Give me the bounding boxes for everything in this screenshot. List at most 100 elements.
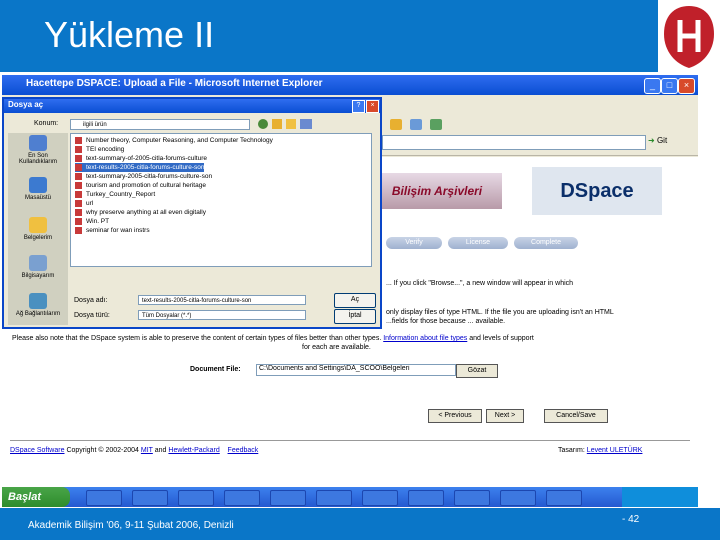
taskbar-item[interactable] <box>132 490 168 506</box>
taskbar-item[interactable] <box>178 490 214 506</box>
feedback-link[interactable]: Feedback <box>228 447 259 454</box>
previous-button[interactable]: < Previous <box>428 409 482 423</box>
place-network[interactable]: Ağ Bağlantılarım <box>10 293 66 327</box>
taskbar-item[interactable] <box>454 490 490 506</box>
file-item[interactable]: url <box>75 199 93 208</box>
address-bar[interactable] <box>382 135 646 150</box>
places-bar: En Son Kullandıklarım Masaüstü Belgeleri… <box>8 133 68 325</box>
screenshot: Hacettepe DSPACE: Upload a File - Micros… <box>2 75 698 507</box>
file-name-label: Dosya adı: <box>74 297 108 304</box>
my-documents-icon <box>29 217 47 233</box>
help-icon[interactable]: ? <box>352 100 365 113</box>
instructions-line3: ...fields for those because ... availabl… <box>386 318 506 325</box>
step-verify[interactable]: Verify <box>386 237 442 249</box>
file-types-note: Please also note that the DSpace system … <box>12 335 534 342</box>
dialog-title: Dosya aç <box>8 100 44 109</box>
dialog-cancel-button[interactable]: İptal <box>334 309 376 324</box>
dialog-close-icon[interactable]: × <box>366 100 379 113</box>
file-open-dialog: Dosya aç ? × Konum: ilgili ürün En Son K… <box>2 97 382 329</box>
footer-credit: Tasarım: Levent ULETÜRK <box>558 447 642 454</box>
file-types-link[interactable]: Information about file types <box>383 335 467 342</box>
look-in-label: Konum: <box>34 120 59 127</box>
taskbar-item[interactable] <box>408 490 444 506</box>
banner-title: Bilişim Arşivleri <box>372 173 502 209</box>
system-tray <box>622 487 698 507</box>
file-item[interactable]: TEI encoding <box>75 145 124 154</box>
dialog-titlebar: Dosya aç ? × <box>4 99 380 113</box>
messenger-icon[interactable] <box>430 119 442 130</box>
browse-button[interactable]: Gözat <box>456 364 498 378</box>
dspace-logo: DSpace <box>532 167 662 215</box>
history-icon[interactable] <box>410 119 422 130</box>
taskbar-item[interactable] <box>362 490 398 506</box>
credit-prefix: Tasarım: <box>558 447 585 454</box>
hp-link[interactable]: Hewlett-Packard <box>168 447 219 454</box>
file-item[interactable]: Win. PT <box>75 217 109 226</box>
place-recent[interactable]: En Son Kullandıklarım <box>10 135 66 169</box>
note-text: Please also note that the DSpace system … <box>12 335 382 342</box>
place-documents-label: Belgelerim <box>23 235 53 241</box>
ie-window-title: Hacettepe DSPACE: Upload a File - Micros… <box>26 78 323 89</box>
open-button[interactable]: Aç <box>334 293 376 308</box>
page-number: - 42 <box>622 514 640 525</box>
place-computer-label: Bilgisayarım <box>21 273 55 279</box>
place-documents[interactable]: Belgelerim <box>10 217 66 251</box>
taskbar-item[interactable] <box>270 490 306 506</box>
taskbar-item[interactable] <box>546 490 582 506</box>
go-button[interactable]: ➜ Git <box>648 134 674 148</box>
copyright-text: Copyright © 2002-2004 <box>66 447 139 454</box>
taskbar-item[interactable] <box>224 490 260 506</box>
go-label: Git <box>656 136 668 145</box>
taskbar-item[interactable] <box>500 490 536 506</box>
file-item[interactable]: Turkey_Country_Report <box>75 190 155 199</box>
file-item[interactable]: why preserve anything at all even digita… <box>75 208 206 217</box>
ie-titlebar: Hacettepe DSPACE: Upload a File - Micros… <box>2 75 698 95</box>
dspace-banner: Bilişim Arşivleri DSpace <box>372 167 682 219</box>
maximize-icon[interactable]: □ <box>661 78 678 94</box>
file-item[interactable]: text-summary-of-2005-citla-forums-cultur… <box>75 154 207 163</box>
my-computer-icon <box>29 255 47 271</box>
place-desktop[interactable]: Masaüstü <box>10 177 66 211</box>
file-item-selected[interactable]: text-results-2005-citla-forums-culture-s… <box>75 163 205 172</box>
document-file-label: Document File: <box>190 366 241 373</box>
next-button[interactable]: Next > <box>486 409 524 423</box>
views-menu-icon[interactable] <box>300 119 312 129</box>
mit-link[interactable]: MIT <box>141 447 153 454</box>
quick-launch-icon[interactable] <box>86 490 122 506</box>
minimize-icon[interactable]: _ <box>644 78 661 94</box>
back-icon[interactable] <box>258 119 268 129</box>
note-line2: for each are available. <box>302 344 371 351</box>
place-desktop-label: Masaüstü <box>24 195 51 201</box>
taskbar-item[interactable] <box>316 490 352 506</box>
folder-icon[interactable] <box>390 119 402 130</box>
look-in-select[interactable]: ilgili ürün <box>70 119 250 130</box>
footer-divider <box>10 440 690 441</box>
new-folder-icon[interactable] <box>286 119 296 129</box>
recent-docs-icon <box>29 135 47 151</box>
file-list: Number theory, Computer Reasoning, and C… <box>70 133 372 267</box>
taskbar: Başlat <box>2 487 698 507</box>
start-button[interactable]: Başlat <box>2 487 70 507</box>
instructions-line1: ... If you click "Browse...", a new wind… <box>386 280 574 287</box>
file-item[interactable]: tourism and promotion of cultural herita… <box>75 181 206 190</box>
file-item[interactable]: text-summary-2005-citla-forums-culture-s… <box>75 172 212 181</box>
file-type-select[interactable]: Tüm Dosyalar (*.*) <box>138 310 306 320</box>
file-item[interactable]: Number theory, Computer Reasoning, and C… <box>75 136 273 145</box>
file-item[interactable]: seminar for wan instrs <box>75 226 150 235</box>
place-computer[interactable]: Bilgisayarım <box>10 255 66 289</box>
and-text: and <box>154 447 167 454</box>
up-folder-icon[interactable] <box>272 119 282 129</box>
network-icon <box>29 293 47 309</box>
close-icon[interactable]: × <box>678 78 695 94</box>
desktop-icon <box>29 177 47 193</box>
dspace-software-link[interactable]: DSpace Software <box>10 447 64 454</box>
instructions-line2: only display files of type HTML. If the … <box>386 309 614 316</box>
step-license[interactable]: License <box>448 237 508 249</box>
credit-link[interactable]: Levent ULETÜRK <box>587 447 643 454</box>
file-name-input[interactable]: text-results-2005-citla-forums-culture-s… <box>138 295 306 305</box>
note-suffix: and levels of support <box>469 335 534 342</box>
hacettepe-logo <box>658 0 720 72</box>
step-complete[interactable]: Complete <box>514 237 578 249</box>
document-file-input[interactable]: C:\Documents and Settings\DA_SCOO\Belgel… <box>256 364 456 376</box>
cancel-save-button[interactable]: Cancel/Save <box>544 409 608 423</box>
